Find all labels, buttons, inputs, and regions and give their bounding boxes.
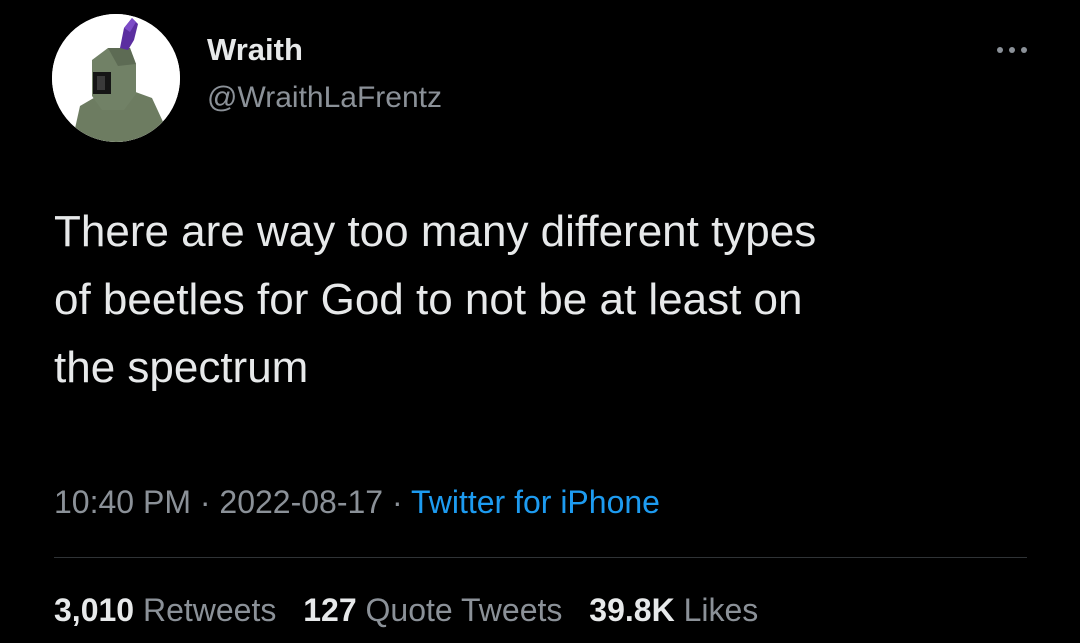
tweet-time[interactable]: 10:40 PM (54, 484, 191, 520)
likes-count: 39.8K (589, 592, 675, 628)
quote-tweets-label: Quote Tweets (365, 592, 563, 628)
divider (54, 557, 1027, 558)
quote-tweets-stat[interactable]: 127 Quote Tweets (303, 588, 562, 632)
user-names: Wraith @WraithLaFrentz (207, 32, 442, 116)
tweet-card: Wraith @WraithLaFrentz There are way too… (0, 0, 1080, 643)
retweets-label: Retweets (142, 592, 277, 628)
likes-stat[interactable]: 39.8K Likes (589, 588, 758, 632)
tweet-source-link[interactable]: Twitter for iPhone (411, 484, 660, 520)
retweets-count: 3,010 (54, 592, 135, 628)
more-options-button[interactable] (992, 38, 1032, 62)
tweet-meta: 10:40 PM · 2022-08-17 · Twitter for iPho… (54, 480, 660, 524)
retweets-stat[interactable]: 3,010 Retweets (54, 588, 276, 632)
meta-separator: · (391, 484, 403, 520)
tweet-date[interactable]: 2022-08-17 (219, 484, 383, 520)
armored-knight-avatar-icon (52, 14, 180, 142)
tweet-stats: 3,010 Retweets 127 Quote Tweets 39.8K Li… (54, 588, 776, 632)
tweet-text: There are way too many different types o… (54, 207, 817, 392)
tweet-header: Wraith @WraithLaFrentz (52, 14, 1032, 144)
meta-separator: · (199, 484, 211, 520)
more-options-icon (997, 47, 1027, 53)
display-name[interactable]: Wraith (207, 32, 442, 68)
avatar[interactable] (52, 14, 180, 142)
quote-tweets-count: 127 (303, 592, 357, 628)
user-handle[interactable]: @WraithLaFrentz (207, 80, 442, 116)
likes-label: Likes (683, 592, 759, 628)
